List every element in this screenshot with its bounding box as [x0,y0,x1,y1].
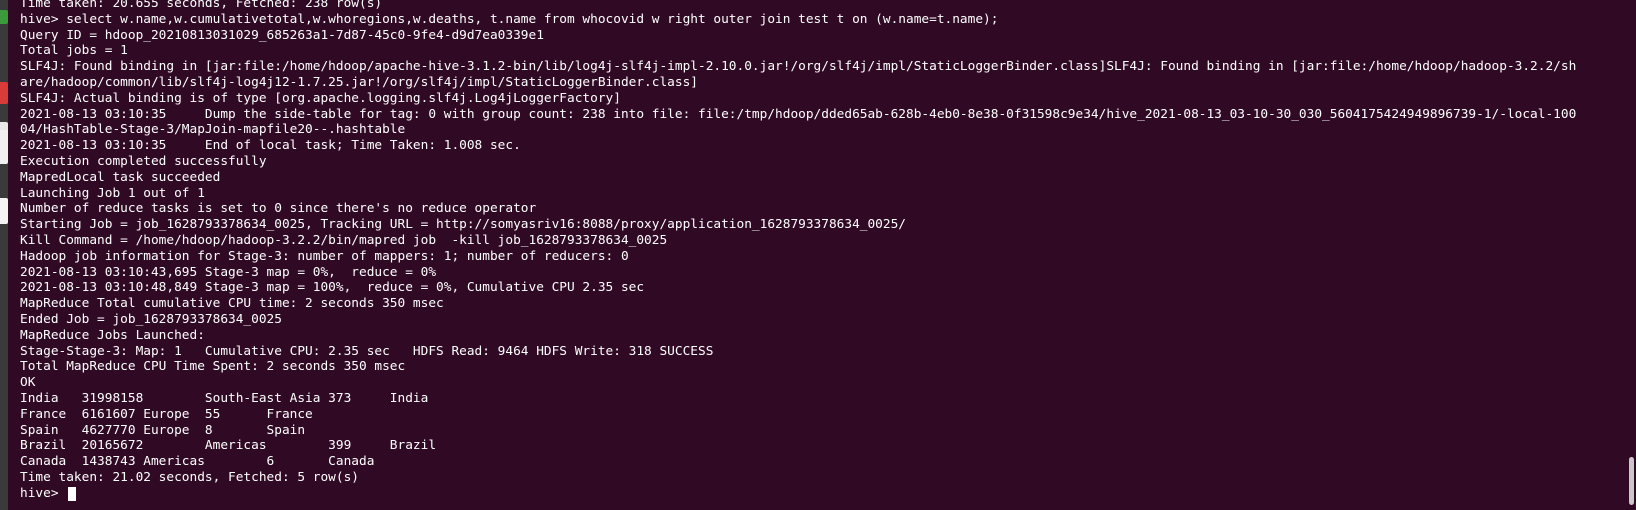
terminal-line: Hadoop job information for Stage-3: numb… [20,248,629,264]
terminal-line: SLF4J: Actual binding is of type [org.ap… [20,90,621,106]
green-app-icon[interactable] [0,10,8,24]
result-row: Spain 4627770 Europe 8 Spain [20,422,306,438]
terminal-line: OK [20,375,36,391]
terminal-line: Number of reduce tasks is set to 0 since… [20,201,537,217]
terminal-line: Kill Command = /home/hdoop/hadoop-3.2.2/… [20,232,668,248]
result-row: Brazil 20165672 Americas 399 Brazil [20,438,437,454]
terminal-line: Stage-Stage-3: Map: 1 Cumulative CPU: 2.… [20,343,714,359]
scrollbar-thumb[interactable] [1629,457,1634,505]
terminal-line: Query ID = hdoop_20210813031029_685263a1… [20,27,544,43]
terminal-line: Time taken: 21.02 seconds, Fetched: 5 ro… [20,469,359,485]
terminal-line: Starting Job = job_1628793378634_0025, T… [20,217,907,233]
terminal-line: are/hadoop/common/lib/slf4j-log4j12-1.7.… [20,74,698,90]
terminal-line: MapredLocal task succeeded [20,169,221,185]
terminal-scrollbar[interactable] [1626,0,1636,510]
prompt-label: hive> [20,485,59,501]
command-prompt[interactable]: hive> [20,486,1616,502]
terminal-line: SLF4J: Found binding in [jar:file:/home/… [20,59,1577,75]
help-icon[interactable] [0,130,8,164]
text-cursor [68,486,77,501]
terminal-line: MapReduce Jobs Launched: [20,327,205,343]
terminal-line: 04/HashTable-Stage-3/MapJoin-mapfile20--… [20,122,406,138]
terminal-line: 2021-08-13 03:10:35 End of local task; T… [20,138,521,154]
terminal-line: Total jobs = 1 [20,43,128,59]
terminal-line: Total MapReduce CPU Time Spent: 2 second… [20,359,406,375]
terminal-line: 2021-08-13 03:10:35 Dump the side-table … [20,106,1577,122]
files-icon[interactable] [0,198,8,224]
terminal-line: hive> select w.name,w.cumulativetotal,w.… [20,11,999,27]
red-app-icon[interactable] [0,82,8,104]
result-row: Canada 1438743 Americas 6 Canada [20,454,375,470]
result-row: India 31998158 South-East Asia 373 India [20,390,429,406]
terminal-line: 2021-08-13 03:10:48,849 Stage-3 map = 10… [20,280,645,296]
launcher-dock [0,0,8,510]
terminal-line: Time taken: 20.655 seconds, Fetched: 238… [20,0,383,11]
terminal-line: Execution completed successfully [20,153,267,169]
terminal-line: Launching Job 1 out of 1 [20,185,205,201]
terminal-output[interactable]: Time taken: 20.655 seconds, Fetched: 238… [20,0,1616,510]
result-row: France 6161607 Europe 55 France [20,406,313,422]
terminal-line: 2021-08-13 03:10:43,695 Stage-3 map = 0%… [20,264,437,280]
terminal-line: MapReduce Total cumulative CPU time: 2 s… [20,296,444,312]
terminal-line: Ended Job = job_1628793378634_0025 [20,311,282,327]
